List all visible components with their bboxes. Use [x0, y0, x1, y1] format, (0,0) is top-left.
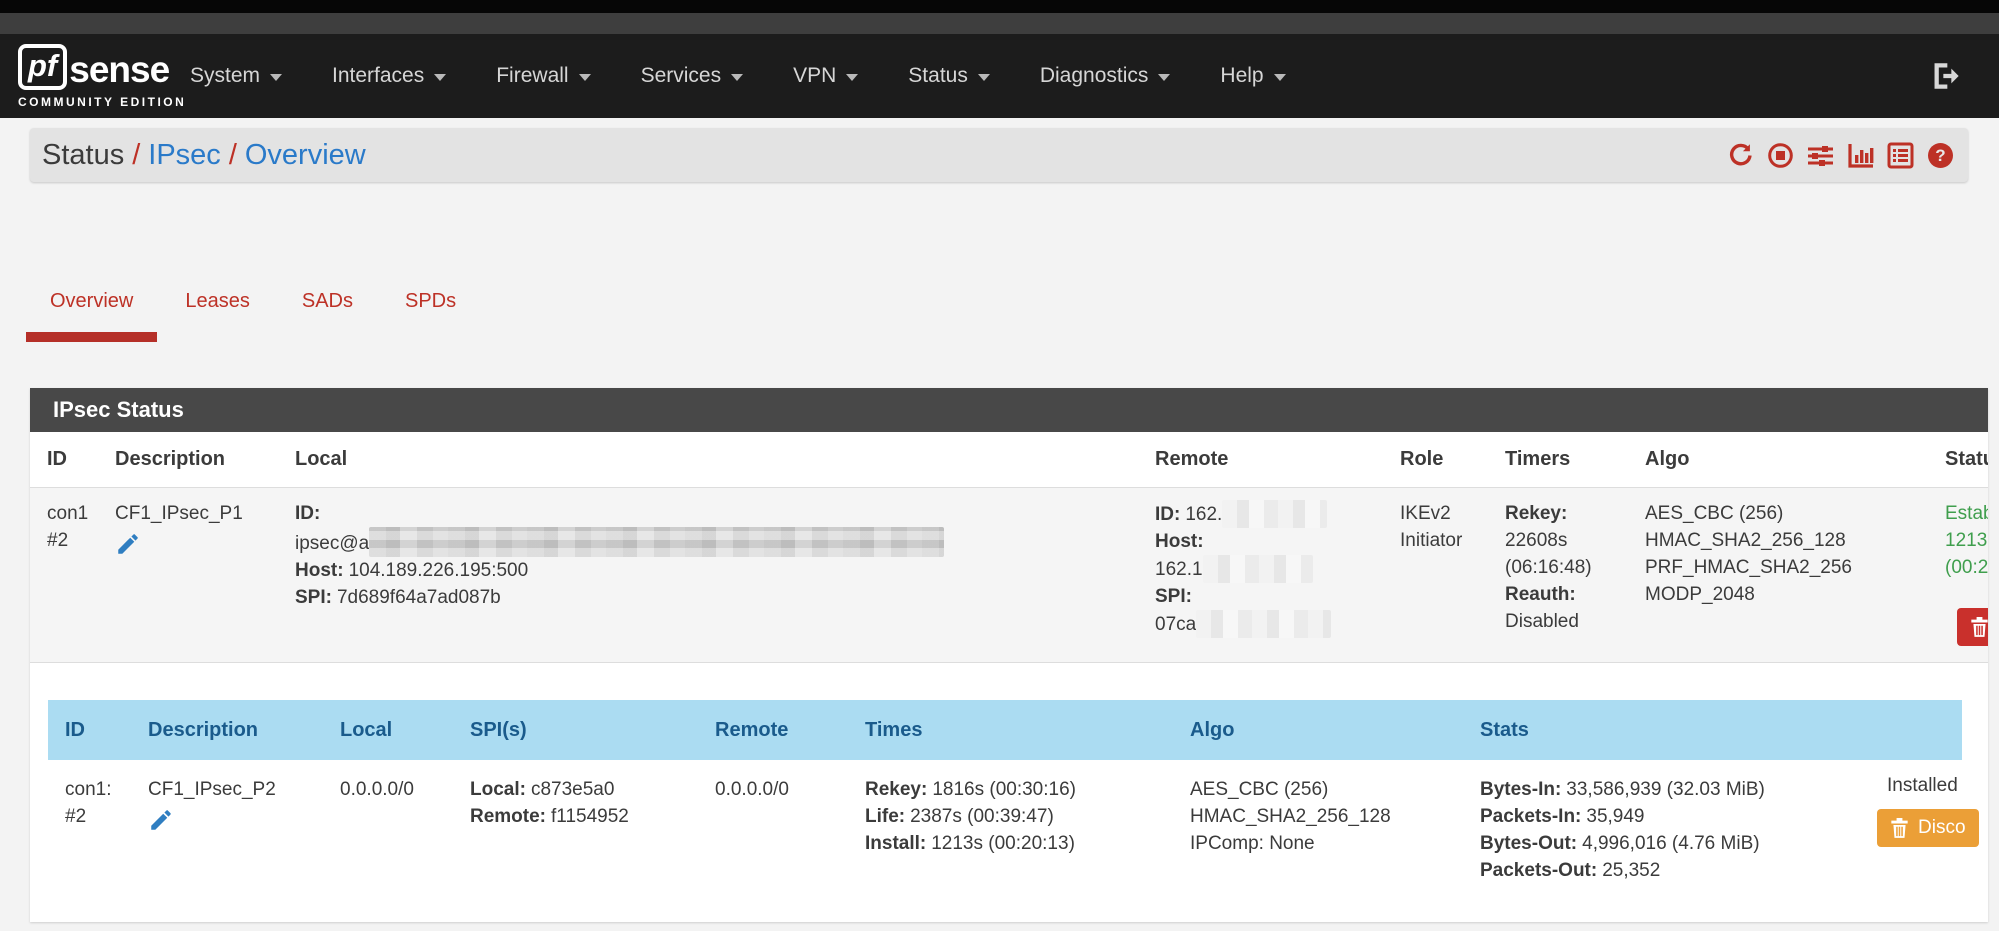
ike-id-cell: con1 #2	[47, 500, 115, 646]
disconnect-button[interactable]: Dis	[1957, 608, 1988, 646]
menu-interfaces[interactable]: Interfaces	[332, 64, 446, 88]
col-header-algo: Algo	[1190, 719, 1480, 742]
col-header-remote: Remote	[715, 719, 865, 742]
breadcrumb-overview-link[interactable]: Overview	[245, 139, 366, 171]
edit-icon[interactable]	[115, 531, 141, 557]
ike-table-header: ID Description Local Remote Role Timers …	[30, 432, 1988, 488]
col-header-spis: SPI(s)	[470, 719, 715, 742]
menu-help[interactable]: Help	[1220, 64, 1285, 88]
tab-leases[interactable]: Leases	[161, 290, 274, 342]
ipsec-tabs: Overview Leases SADs SPDs	[26, 290, 480, 342]
breadcrumb-bar: Status/IPsec/Overview ?	[30, 128, 1968, 182]
col-header-local: Local	[340, 719, 470, 742]
logo-sense-text: sense	[69, 50, 169, 90]
col-header-times: Times	[865, 719, 1190, 742]
ike-role-cell: IKEv2 Initiator	[1400, 500, 1505, 646]
sign-out-icon[interactable]	[1930, 60, 1962, 92]
child-status-cell: Installed Disco	[1887, 772, 1988, 847]
child-local-cell: 0.0.0.0/0	[340, 776, 470, 884]
breadcrumb: Status/IPsec/Overview	[30, 139, 366, 172]
child-remote-cell: 0.0.0.0/0	[715, 776, 865, 884]
redacted-remote-spi	[1196, 610, 1331, 638]
svg-text:?: ?	[1935, 146, 1945, 165]
breadcrumb-ipsec-link[interactable]: IPsec	[148, 139, 221, 171]
chevron-down-icon	[270, 74, 282, 81]
trash-icon	[1890, 818, 1909, 839]
ike-status-cell: Establ 1213 s (00:20 Dis	[1915, 500, 1988, 646]
child-times-cell: Rekey:1816s (00:30:16) Life:2387s (00:39…	[865, 776, 1190, 884]
ike-algo-cell: AES_CBC (256) HMAC_SHA2_256_128 PRF_HMAC…	[1645, 500, 1915, 646]
child-table-header: ID Description Local SPI(s) Remote Times…	[48, 700, 1962, 760]
stop-icon[interactable]	[1767, 142, 1794, 169]
col-header-timers: Timers	[1505, 448, 1645, 471]
chart-icon[interactable]	[1847, 142, 1874, 169]
chevron-down-icon	[731, 74, 743, 81]
list-icon[interactable]	[1887, 142, 1914, 169]
trash-icon	[1970, 617, 1988, 638]
main-menu: System Interfaces Firewall Services VPN …	[190, 34, 1336, 118]
ike-description-cell: CF1_IPsec_P1	[115, 500, 295, 646]
ike-timers-cell: Rekey: 22608s (06:16:48) Reauth: Disable…	[1505, 500, 1645, 646]
child-stats-cell: Bytes-In:33,586,939 (32.03 MiB) Packets-…	[1480, 776, 1945, 884]
chevron-down-icon	[579, 74, 591, 81]
breadcrumb-status: Status	[42, 139, 124, 171]
redacted-local-id	[369, 527, 944, 557]
disconnect-p2-button[interactable]: Disco	[1877, 809, 1979, 847]
col-header-remote: Remote	[1155, 448, 1400, 471]
child-description-cell: CF1_IPsec_P2	[148, 776, 340, 884]
panel-title: IPsec Status	[30, 388, 1988, 432]
ike-table-row: con1 #2 CF1_IPsec_P1 ID: ipsec@a Host:10…	[30, 488, 1988, 663]
col-header-status: Status	[1915, 448, 1988, 471]
child-table-row: con1: #2 CF1_IPsec_P2 0.0.0.0/0 Local:c8…	[48, 760, 1962, 884]
ipsec-status-panel: IPsec Status ID Description Local Remote…	[30, 388, 1988, 922]
child-algo-cell: AES_CBC (256) HMAC_SHA2_256_128 IPComp: …	[1190, 776, 1480, 884]
logo-pf-mark: pf	[18, 44, 67, 90]
help-icon[interactable]: ?	[1927, 142, 1954, 169]
tab-spds[interactable]: SPDs	[381, 290, 480, 342]
pfsense-ipsec-status-page: pf sense COMMUNITY EDITION System Interf…	[0, 0, 1999, 931]
col-header-description: Description	[148, 719, 340, 742]
redacted-remote-host	[1203, 555, 1313, 583]
status-established: Establ	[1945, 500, 1988, 527]
chevron-down-icon	[1274, 74, 1286, 81]
menu-services[interactable]: Services	[641, 64, 744, 88]
tab-sads[interactable]: SADs	[278, 290, 377, 342]
redacted-remote-id	[1222, 500, 1327, 528]
window-title-strip	[0, 13, 1999, 34]
page-actions: ?	[1727, 128, 1954, 182]
tab-overview[interactable]: Overview	[26, 290, 157, 342]
col-header-local: Local	[295, 448, 1155, 471]
edit-icon[interactable]	[148, 807, 174, 833]
menu-diagnostics[interactable]: Diagnostics	[1040, 64, 1171, 88]
pfsense-logo[interactable]: pf sense COMMUNITY EDITION	[18, 44, 186, 109]
chevron-down-icon	[1158, 74, 1170, 81]
status-installed: Installed	[1887, 772, 1988, 799]
col-header-id: ID	[47, 448, 115, 471]
child-spis-cell: Local:c873e5a0 Remote:f1154952	[470, 776, 715, 884]
chevron-down-icon	[846, 74, 858, 81]
logo-edition-label: COMMUNITY EDITION	[18, 95, 186, 109]
col-header-role: Role	[1400, 448, 1505, 471]
menu-vpn[interactable]: VPN	[793, 64, 858, 88]
chevron-down-icon	[978, 74, 990, 81]
ike-remote-cell: ID:162. Host: 162.1 SPI: 07ca	[1155, 500, 1400, 646]
child-id-cell: con1: #2	[65, 776, 148, 884]
col-header-stats: Stats	[1480, 719, 1945, 742]
sliders-icon[interactable]	[1807, 142, 1834, 169]
col-header-algo: Algo	[1645, 448, 1915, 471]
window-top-strip	[0, 0, 1999, 13]
chevron-down-icon	[434, 74, 446, 81]
menu-system[interactable]: System	[190, 64, 282, 88]
ike-local-cell: ID: ipsec@a Host:104.189.226.195:500 SPI…	[295, 500, 1155, 646]
menu-firewall[interactable]: Firewall	[496, 64, 590, 88]
col-header-id: ID	[65, 719, 148, 742]
child-sa-table: ID Description Local SPI(s) Remote Times…	[48, 700, 1962, 884]
refresh-icon[interactable]	[1727, 142, 1754, 169]
col-header-description: Description	[115, 448, 295, 471]
top-navbar: pf sense COMMUNITY EDITION System Interf…	[0, 34, 1999, 118]
menu-status[interactable]: Status	[908, 64, 990, 88]
